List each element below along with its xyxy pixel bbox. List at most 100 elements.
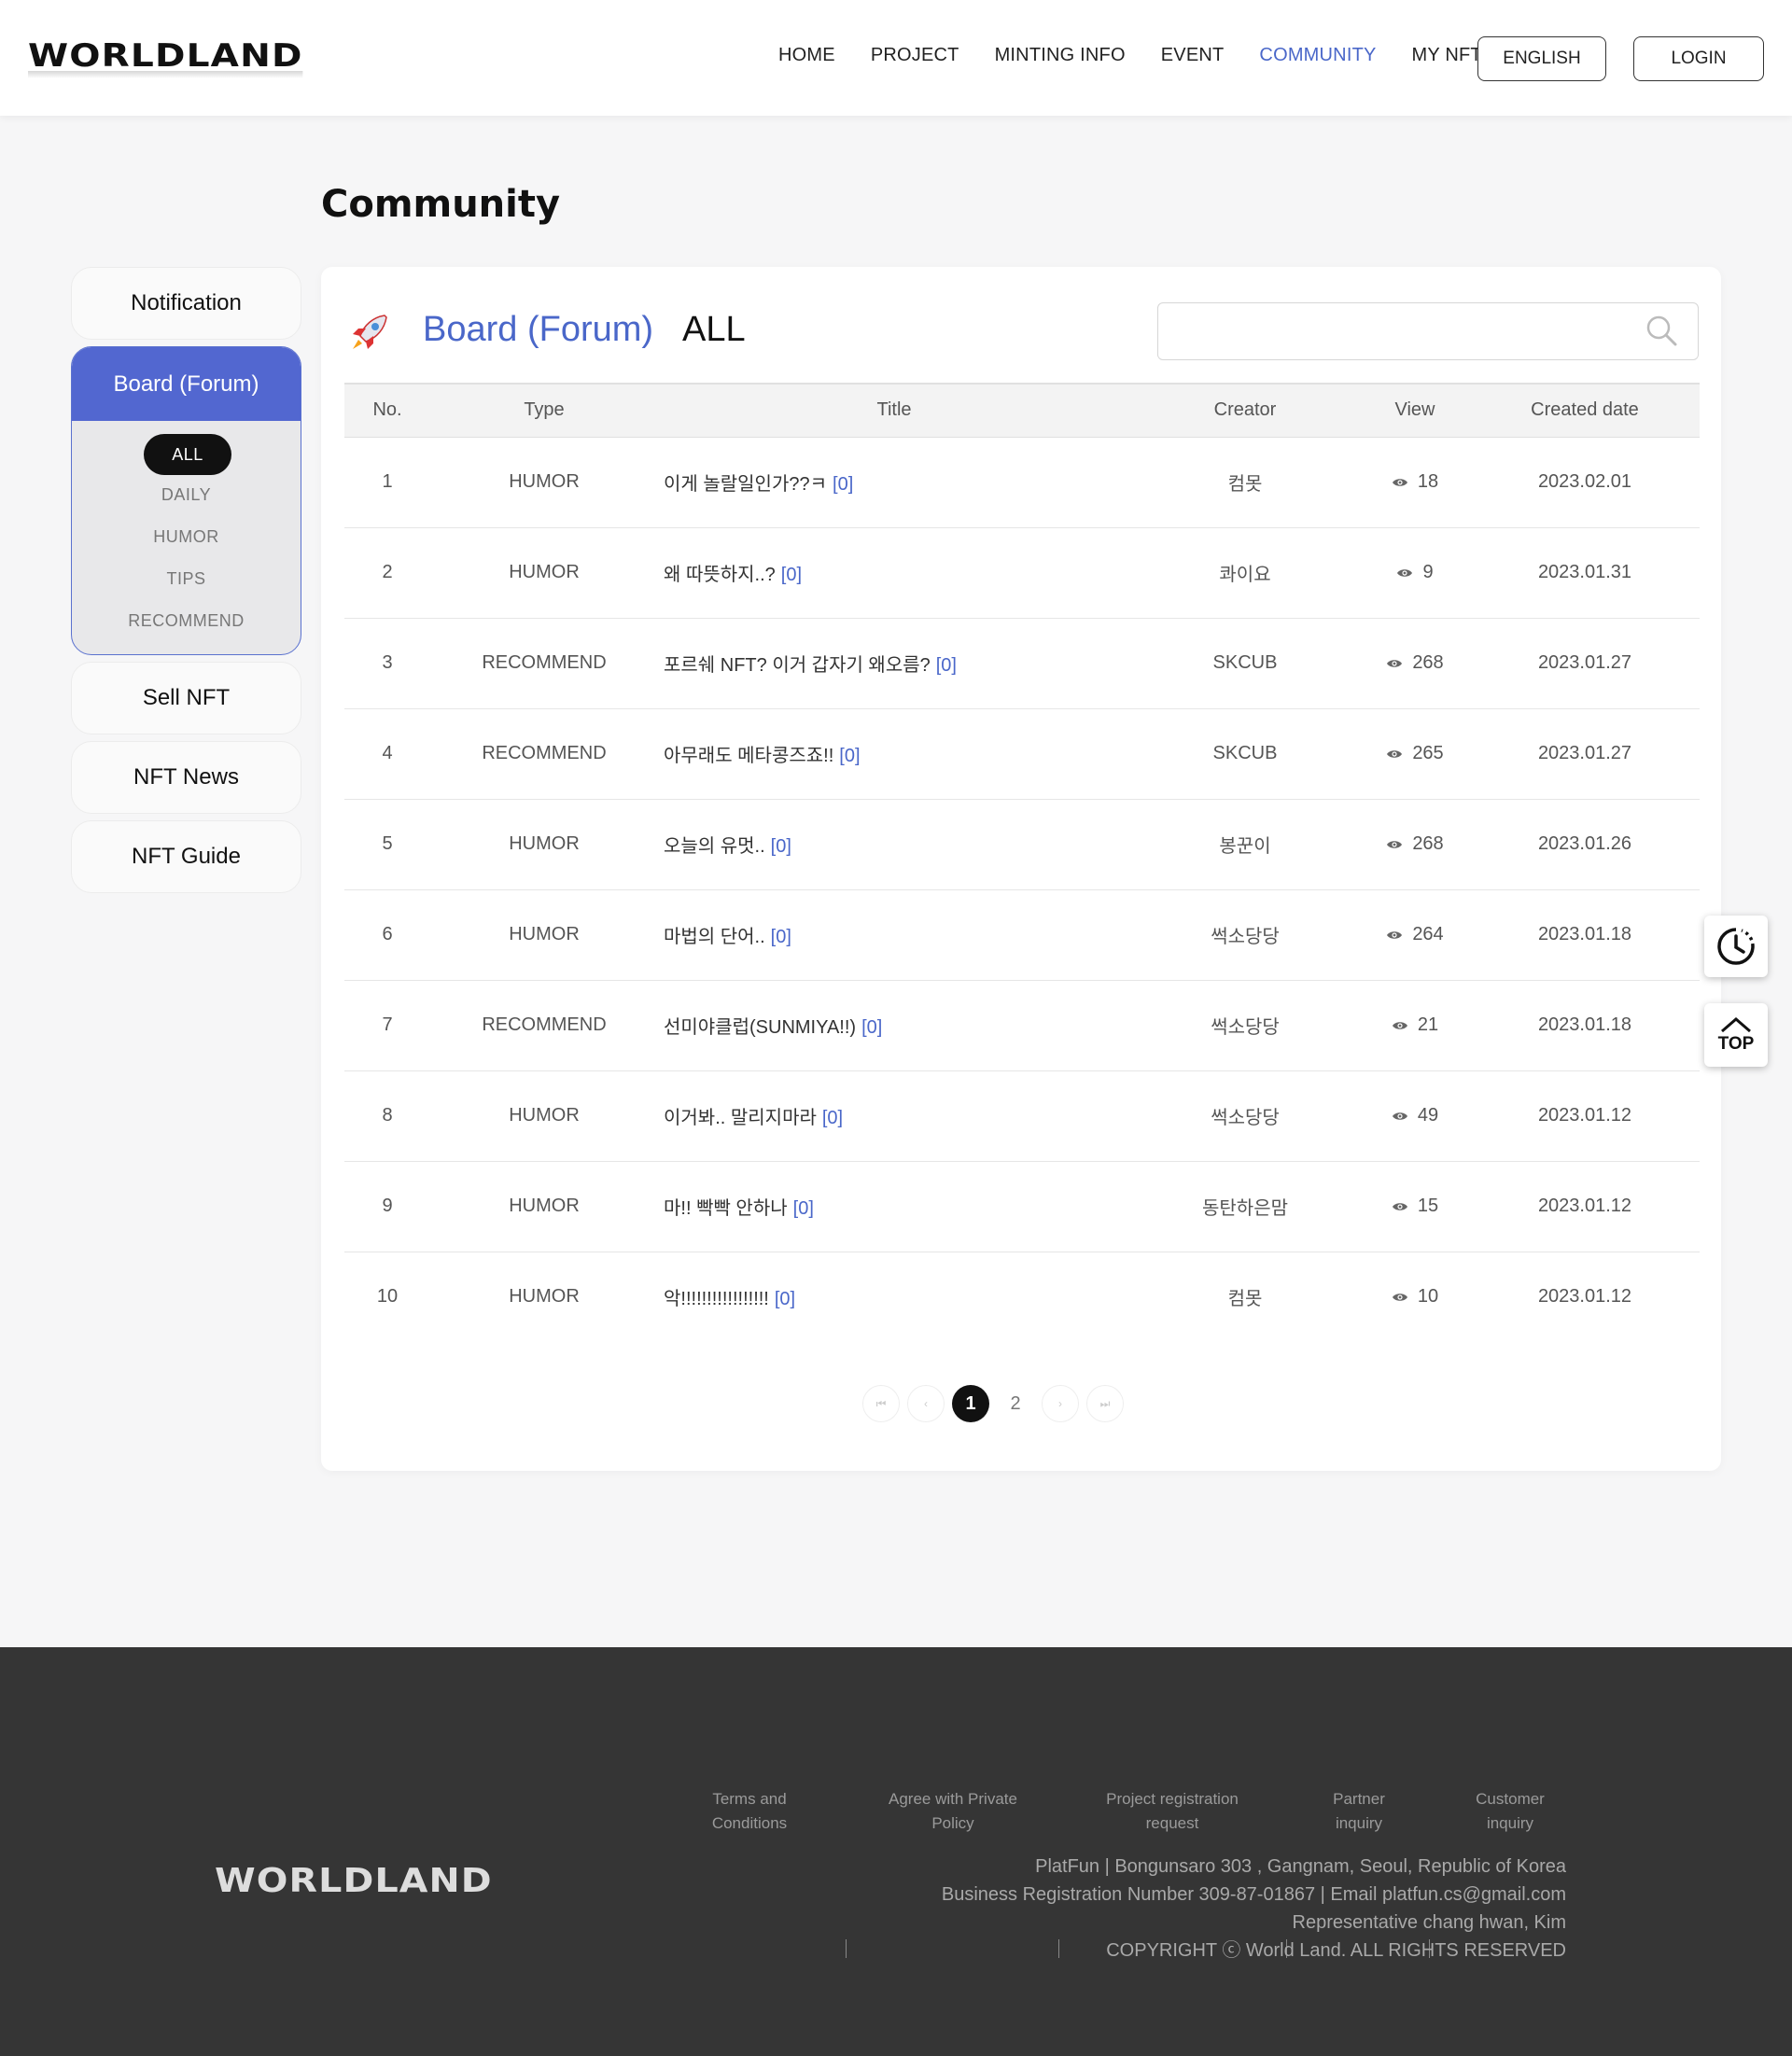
row-views-cell: 49 [1360,1070,1470,1162]
next-page-button[interactable]: › [1042,1385,1079,1422]
board-card: Board (Forum) ALL No. Type Title Creator… [321,267,1721,1471]
footer-link-project-registration[interactable]: Project registration request [1092,1787,1253,1836]
sidebar-item-notification[interactable]: Notification [71,267,301,340]
table-row[interactable]: 10 HUMOR 악!!!!!!!!!!!!!!!!! [0] 컴못 10 2023.01.… [344,1252,1700,1342]
login-button[interactable]: LOGIN [1633,36,1764,81]
row-title-cell[interactable]: 마법의 단어.. [0] [658,889,1130,981]
row-no: 4 [344,708,430,800]
row-date: 2023.01.31 [1470,527,1700,619]
recent-history-button[interactable] [1704,916,1768,977]
row-title[interactable]: 포르쉐 NFT? 이거 갑자기 왜오름? [664,655,931,676]
page-title: Community [321,183,561,226]
sidebar-sub-daily[interactable]: DAILY [72,485,301,505]
eye-icon [1387,659,1403,667]
sidebar-item-nft-guide[interactable]: NFT Guide [71,820,301,893]
row-title[interactable]: 마!! 빡빡 안하나 [664,1198,788,1219]
row-date: 2023.02.01 [1470,437,1700,528]
footer-link-project-line1: Project registration [1106,1790,1239,1808]
row-title-cell[interactable]: 아무래도 메타콩즈죠!! [0] [658,708,1130,800]
sidebar-sub-humor[interactable]: HUMOR [72,527,301,547]
last-page-button[interactable]: ⏭ [1086,1385,1124,1422]
row-comment-count: [0] [861,1017,883,1038]
row-title-cell[interactable]: 이게 놀랄일인가??ㅋ [0] [658,437,1130,528]
row-title[interactable]: 이게 놀랄일인가??ㅋ [664,474,827,495]
row-views-cell: 265 [1360,708,1470,800]
row-title-cell[interactable]: 선미야클럽(SUNMIYA!!) [0] [658,980,1130,1071]
row-date: 2023.01.18 [1470,889,1700,981]
row-creator: SKCUB [1130,708,1360,800]
footer-link-partner-inquiry[interactable]: Partner inquiry [1312,1787,1406,1836]
first-page-button[interactable]: ⏮ [862,1385,900,1422]
row-title[interactable]: 이거봐.. 말리지마라 [664,1108,817,1128]
row-title[interactable]: 선미야클럽(SUNMIYA!!) [664,1017,856,1038]
prev-page-button[interactable]: ‹ [907,1385,945,1422]
table-row[interactable]: 7 RECOMMEND 선미야클럽(SUNMIYA!!) [0] 썩소당당 21 2023.… [344,980,1700,1071]
nav-community[interactable]: COMMUNITY [1259,45,1376,66]
eye-icon [1392,1202,1407,1210]
nav-project[interactable]: PROJECT [871,45,959,66]
row-type: HUMOR [430,1070,658,1162]
footer-link-terms[interactable]: Terms and Conditions [691,1787,808,1836]
nav-my-nft[interactable]: MY NFT [1412,45,1482,66]
row-date: 2023.01.18 [1470,980,1700,1071]
sidebar-item-sell-nft[interactable]: Sell NFT [71,662,301,734]
language-button[interactable]: ENGLISH [1477,36,1606,81]
sidebar-sub-tips[interactable]: TIPS [72,569,301,589]
footer-company-info: PlatFun | Bongunsaro 303 , Gangnam, Seou… [942,1853,1566,1965]
row-comment-count: [0] [839,746,861,766]
table-row[interactable]: 2 HUMOR 왜 따뜻하지..? [0] 콰이요 9 2023.01.31 [344,527,1700,619]
table-row[interactable]: 4 RECOMMEND 아무래도 메타콩즈죠!! [0] SKCUB 265 2023.01… [344,708,1700,800]
search-input[interactable] [1157,302,1699,360]
table-row[interactable]: 8 HUMOR 이거봐.. 말리지마라 [0] 썩소당당 49 2023.01.12 [344,1070,1700,1162]
row-views: 264 [1412,924,1444,944]
row-views: 15 [1417,1196,1439,1216]
eye-icon [1387,749,1403,758]
row-views-cell: 18 [1360,437,1470,528]
table-row[interactable]: 6 HUMOR 마법의 단어.. [0] 썩소당당 264 2023.01.18 [344,889,1700,981]
row-comment-count: [0] [833,474,854,495]
row-date: 2023.01.27 [1470,618,1700,709]
sidebar-item-nft-news[interactable]: NFT News [71,741,301,814]
row-title[interactable]: 마법의 단어.. [664,927,765,947]
table-row[interactable]: 5 HUMOR 오늘의 유멋.. [0] 봉꾼이 268 2023.01.26 [344,799,1700,890]
footer-link-customer-inquiry[interactable]: Customer inquiry [1463,1787,1557,1836]
row-title-cell[interactable]: 마!! 빡빡 안하나 [0] [658,1161,1130,1252]
footer-link-privacy[interactable]: Agree with Private Policy [877,1787,1029,1836]
row-no: 7 [344,980,430,1071]
row-views: 268 [1412,833,1444,854]
row-title-cell[interactable]: 오늘의 유멋.. [0] [658,799,1130,890]
page-2-button[interactable]: 2 [997,1385,1034,1422]
row-title-cell[interactable]: 악!!!!!!!!!!!!!!!!! [0] [658,1252,1130,1342]
table-row[interactable]: 3 RECOMMEND 포르쉐 NFT? 이거 갑자기 왜오름? [0] SKCUB 26… [344,618,1700,709]
page-1-button[interactable]: 1 [952,1385,989,1422]
nav-home[interactable]: HOME [778,45,835,66]
row-title[interactable]: 악!!!!!!!!!!!!!!!!! [664,1289,769,1309]
table-row[interactable]: 1 HUMOR 이게 놀랄일인가??ㅋ [0] 컴못 18 2023.02.01 [344,437,1700,528]
eye-icon [1392,478,1407,486]
eye-icon [1387,930,1403,939]
board-title: Board (Forum) [423,310,654,349]
nav-minting-info[interactable]: MINTING INFO [995,45,1126,66]
row-creator: 컴못 [1227,1289,1263,1310]
scroll-top-button[interactable]: TOP [1704,1003,1768,1067]
row-date: 2023.01.27 [1470,708,1700,800]
row-creator: 썩소당당 [1130,980,1360,1071]
row-title[interactable]: 아무래도 메타콩즈죠!! [664,746,833,766]
sidebar-sub-all[interactable]: ALL [144,434,231,475]
nav-event[interactable]: EVENT [1161,45,1225,66]
sidebar-sub-recommend[interactable]: RECOMMEND [72,611,301,631]
row-title-cell[interactable]: 포르쉐 NFT? 이거 갑자기 왜오름? [0] [658,618,1130,709]
row-title[interactable]: 왜 따뜻하지..? [664,565,776,585]
board-category: ALL [682,310,746,349]
row-views-cell: 10 [1360,1252,1470,1342]
search-icon[interactable] [1645,314,1678,347]
table-row[interactable]: 9 HUMOR 마!! 빡빡 안하나 [0] 동탄하은맘 15 2023.01.12 [344,1161,1700,1252]
row-no: 2 [344,527,430,619]
row-title[interactable]: 오늘의 유멋.. [664,836,765,857]
row-title-cell[interactable]: 이거봐.. 말리지마라 [0] [658,1070,1130,1162]
footer-copyright: COPYRIGHT ⓒ World Land. ALL RIGHTS RESER… [1106,1940,1566,1961]
sidebar-item-board[interactable]: Board (Forum) [72,347,301,421]
footer-divider [846,1939,847,1958]
row-title-cell[interactable]: 왜 따뜻하지..? [0] [658,527,1130,619]
site-logo[interactable]: WORLDLAND [28,37,303,78]
